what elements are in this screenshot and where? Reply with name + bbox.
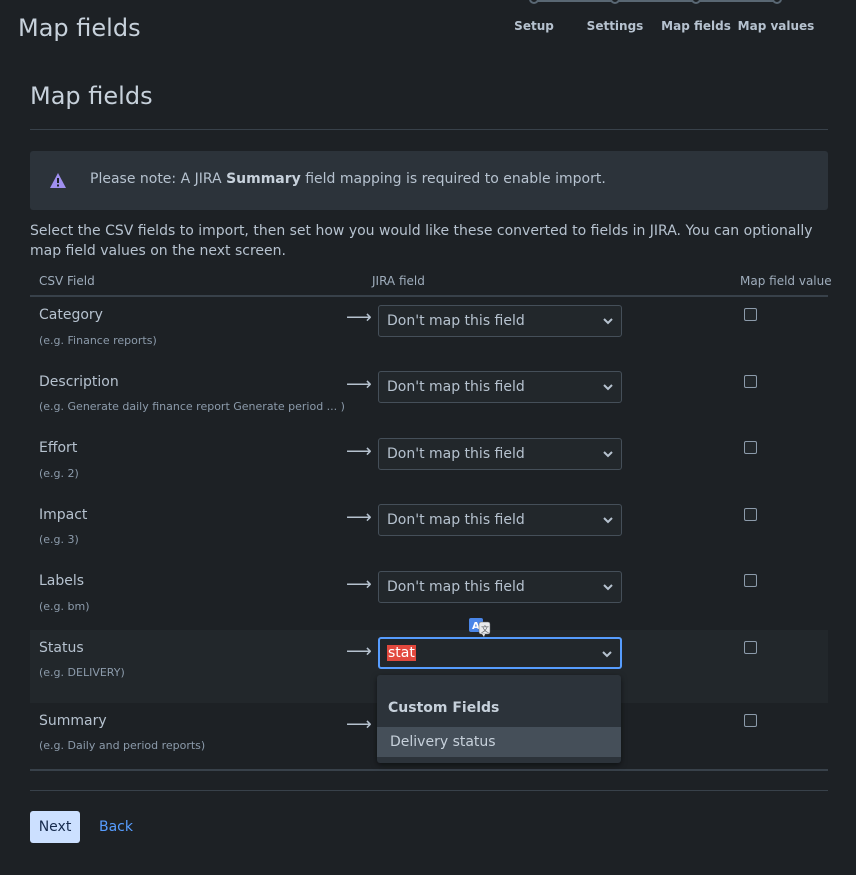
map-field-value-checkbox[interactable] xyxy=(744,508,757,521)
header-map-field-value: Map field value xyxy=(740,274,832,288)
csv-field-name: Summary xyxy=(39,713,107,729)
csv-field-example: (e.g. DELIVERY) xyxy=(39,666,125,679)
svg-text:文: 文 xyxy=(481,624,489,634)
arrow-icon: ⟶ xyxy=(346,374,372,395)
select-value: Don't map this field xyxy=(387,379,525,395)
step-label-settings: Settings xyxy=(586,19,644,33)
csv-field-example: (e.g. 3) xyxy=(39,533,79,546)
notice-message: Please note: A JIRA Summary field mappin… xyxy=(90,171,606,187)
jira-field-select[interactable]: Don't map this field xyxy=(378,571,622,603)
csv-field-name: Labels xyxy=(39,573,85,589)
translate-icon[interactable]: A 文 xyxy=(469,618,491,638)
step-label-map-fields: Map fields xyxy=(661,19,731,33)
csv-field-name: Effort xyxy=(39,440,78,456)
csv-field-example: (e.g. bm) xyxy=(39,600,90,613)
footer-divider xyxy=(30,790,828,791)
arrow-icon: ⟶ xyxy=(346,307,372,328)
map-field-value-checkbox[interactable] xyxy=(744,574,757,587)
notice-bold: Summary xyxy=(226,171,301,187)
arrow-icon: ⟶ xyxy=(346,641,372,662)
map-field-value-checkbox[interactable] xyxy=(744,308,757,321)
jira-field-select[interactable]: Don't map this field xyxy=(378,371,622,403)
typed-query: stat xyxy=(387,645,416,661)
warning-notice: Please note: A JIRA Summary field mappin… xyxy=(30,151,828,210)
step-dot-map-fields xyxy=(691,0,701,4)
map-field-value-checkbox[interactable] xyxy=(744,714,757,727)
csv-field-name: Impact xyxy=(39,507,88,523)
jira-field-select[interactable]: Don't map this field xyxy=(378,305,622,337)
csv-field-example: (e.g. 2) xyxy=(39,467,79,480)
chevron-down-icon xyxy=(603,318,613,325)
notice-suffix: field mapping is required to enable impo… xyxy=(300,171,606,187)
jira-field-search-input[interactable]: stat xyxy=(378,637,622,669)
intro-text: Select the CSV fields to import, then se… xyxy=(30,223,813,259)
chevron-down-icon xyxy=(603,584,613,591)
step-dot-settings xyxy=(610,0,620,4)
map-field-value-checkbox[interactable] xyxy=(744,375,757,388)
step-label-setup: Setup xyxy=(514,19,554,33)
app-title: Map fields xyxy=(18,14,141,42)
map-field-value-checkbox[interactable] xyxy=(744,441,757,454)
divider xyxy=(30,129,828,130)
csv-field-name: Category xyxy=(39,307,103,323)
arrow-icon: ⟶ xyxy=(346,507,372,528)
jira-field-select[interactable]: Don't map this field xyxy=(378,438,622,470)
jira-field-select[interactable]: Don't map this field xyxy=(378,504,622,536)
csv-field-example: (e.g. Generate daily finance report Gene… xyxy=(39,400,345,413)
header-csv-field: CSV Field xyxy=(39,274,95,288)
arrow-icon: ⟶ xyxy=(346,574,372,595)
select-value: Don't map this field xyxy=(387,512,525,528)
field-dropdown-menu: Custom Fields Delivery status xyxy=(377,675,621,763)
table-row: Labels (e.g. bm) ⟶ Don't map this field xyxy=(30,563,828,630)
select-value: Don't map this field xyxy=(387,446,525,462)
chevron-down-icon xyxy=(603,517,613,524)
dropdown-option-delivery-status[interactable]: Delivery status xyxy=(377,727,621,757)
csv-field-name: Description xyxy=(39,374,119,390)
arrow-icon: ⟶ xyxy=(346,714,372,735)
csv-field-name: Status xyxy=(39,640,84,656)
table-row: Impact (e.g. 3) ⟶ Don't map this field xyxy=(30,496,828,563)
table-row: Effort (e.g. 2) ⟶ Don't map this field xyxy=(30,430,828,496)
csv-field-example: (e.g. Finance reports) xyxy=(39,334,157,347)
back-link[interactable]: Back xyxy=(99,819,133,835)
step-connector xyxy=(617,0,698,2)
step-dot-map-values xyxy=(772,0,782,4)
notice-prefix: Please note: A JIRA xyxy=(90,171,227,187)
header-jira-field: JIRA field xyxy=(372,274,425,288)
progress-stepper: Setup Settings Map fields Map values xyxy=(496,0,816,56)
page-heading: Map fields xyxy=(30,82,153,110)
table-bottom-divider xyxy=(30,769,828,771)
chevron-down-icon xyxy=(602,651,612,658)
warning-icon xyxy=(50,173,66,188)
chevron-down-icon xyxy=(603,384,613,391)
step-connector xyxy=(536,0,617,2)
arrow-icon: ⟶ xyxy=(346,441,372,462)
select-value: Don't map this field xyxy=(387,579,525,595)
next-button[interactable]: Next xyxy=(30,811,80,843)
step-connector xyxy=(698,0,779,2)
dropdown-group-label: Custom Fields xyxy=(388,700,500,716)
select-value: Don't map this field xyxy=(387,313,525,329)
chevron-down-icon xyxy=(603,451,613,458)
csv-field-example: (e.g. Daily and period reports) xyxy=(39,739,206,752)
map-field-value-checkbox[interactable] xyxy=(744,641,757,654)
step-label-map-values: Map values xyxy=(737,19,815,33)
table-row: Category (e.g. Finance reports) ⟶ Don't … xyxy=(30,297,828,363)
step-dot-setup xyxy=(529,0,539,4)
table-row: Description (e.g. Generate daily finance… xyxy=(30,363,828,430)
